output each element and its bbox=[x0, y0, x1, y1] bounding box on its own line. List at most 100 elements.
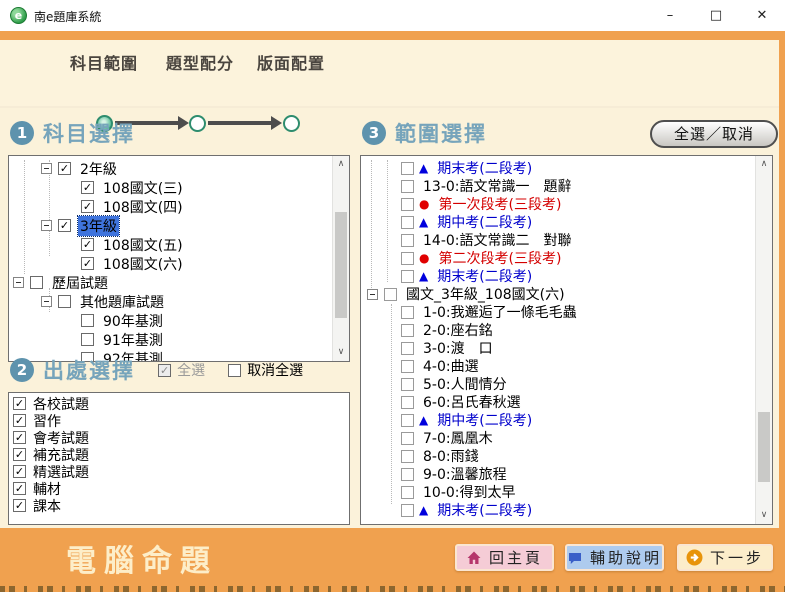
tree-item-label[interactable]: 91年基測 bbox=[101, 330, 165, 350]
checkbox[interactable] bbox=[13, 414, 26, 427]
next-step-button[interactable]: 下一步 bbox=[677, 544, 773, 571]
tree-item[interactable]: 會考試題 bbox=[9, 429, 349, 446]
tree-item[interactable]: ▲期中考(二段考) bbox=[361, 411, 755, 429]
tree-item-label[interactable]: 2年級 bbox=[78, 159, 119, 179]
tree-item-label[interactable]: 7-0:鳳凰木 bbox=[421, 428, 495, 448]
scroll-down-icon[interactable]: ∨ bbox=[756, 507, 772, 524]
tree-item[interactable]: 108國文(五) bbox=[9, 235, 332, 254]
tree-item-label[interactable]: 13-0:語文常識一 題辭 bbox=[421, 176, 574, 196]
tree-item[interactable]: 歷屆試題 bbox=[9, 273, 332, 292]
range-scrollbar[interactable]: ∧ ∨ bbox=[755, 156, 772, 524]
tree-item-label[interactable]: 8-0:雨錢 bbox=[421, 446, 481, 466]
deselect-all-checkbox[interactable]: 取消全選 bbox=[228, 360, 303, 380]
checkbox[interactable] bbox=[401, 216, 414, 229]
scrollbar-thumb[interactable] bbox=[335, 212, 347, 318]
tree-item[interactable]: ▲期末考(二段考) bbox=[361, 267, 755, 285]
collapse-minus-icon[interactable] bbox=[41, 296, 52, 307]
tree-item[interactable]: 習作 bbox=[9, 412, 349, 429]
checkbox[interactable] bbox=[401, 378, 414, 391]
checkbox[interactable] bbox=[401, 180, 414, 193]
tree-item-label[interactable]: 期末考(二段考) bbox=[435, 500, 534, 520]
checkbox[interactable] bbox=[401, 486, 414, 499]
tree-item[interactable]: ●第一次段考(三段考) bbox=[361, 195, 755, 213]
tree-item-label[interactable]: 108國文(六) bbox=[101, 254, 185, 274]
tree-item[interactable]: 精選試題 bbox=[9, 463, 349, 480]
checkbox[interactable] bbox=[81, 181, 94, 194]
tree-item-label[interactable]: 3-0:渡 口 bbox=[421, 338, 495, 358]
tree-item[interactable]: 其他題庫試題 bbox=[9, 292, 332, 311]
tree-item-label[interactable]: 期末考(二段考) bbox=[435, 158, 534, 178]
tree-item-label[interactable]: 108國文(三) bbox=[101, 178, 185, 198]
checkbox[interactable] bbox=[13, 465, 26, 478]
tree-item-label[interactable]: 歷屆試題 bbox=[50, 273, 110, 293]
collapse-minus-icon[interactable] bbox=[41, 220, 52, 231]
checkbox[interactable] bbox=[401, 306, 414, 319]
checkbox[interactable] bbox=[13, 448, 26, 461]
tree-item[interactable]: 5-0:人間情分 bbox=[361, 375, 755, 393]
tree-item[interactable]: 10-0:得到太早 bbox=[361, 483, 755, 501]
tree-item[interactable]: ●第二次段考(三段考) bbox=[361, 249, 755, 267]
tree-item-label[interactable]: 108國文(五) bbox=[101, 235, 185, 255]
tree-item[interactable]: 3-0:渡 口 bbox=[361, 339, 755, 357]
tree-item-label[interactable]: 14-0:語文常識二 對聯 bbox=[421, 230, 574, 250]
help-button[interactable]: 輔助說明 bbox=[565, 544, 664, 571]
tree-item[interactable]: 90年基測 bbox=[9, 311, 332, 330]
checkbox[interactable] bbox=[228, 364, 241, 377]
collapse-minus-icon[interactable] bbox=[13, 277, 24, 288]
tree-item-label[interactable]: 期中考(二段考) bbox=[435, 410, 534, 430]
tree-item[interactable]: ▲期末考(二段考) bbox=[361, 501, 755, 519]
scrollbar-thumb[interactable] bbox=[758, 412, 770, 482]
tree-item-label[interactable]: 2-0:座右銘 bbox=[421, 320, 495, 340]
tree-item[interactable]: 7-0:鳳凰木 bbox=[361, 429, 755, 447]
checkbox[interactable] bbox=[58, 219, 71, 232]
tree-item-label[interactable]: 108國文(四) bbox=[101, 197, 185, 217]
tree-item-label[interactable]: 其他題庫試題 bbox=[78, 292, 166, 312]
checkbox[interactable] bbox=[401, 198, 414, 211]
scroll-up-icon[interactable]: ∧ bbox=[756, 156, 772, 173]
tree-item[interactable]: ▲期末考(二段考) bbox=[361, 159, 755, 177]
subject-scrollbar[interactable]: ∧ ∨ bbox=[332, 156, 349, 361]
checkbox[interactable] bbox=[401, 396, 414, 409]
tree-item-label[interactable]: 5-0:人間情分 bbox=[421, 374, 509, 394]
tree-item[interactable]: 4-0:曲選 bbox=[361, 357, 755, 375]
maximize-button[interactable]: □ bbox=[693, 0, 739, 31]
tree-item[interactable]: 2-0:座右銘 bbox=[361, 321, 755, 339]
scroll-up-icon[interactable]: ∧ bbox=[333, 156, 349, 173]
checkbox[interactable] bbox=[13, 397, 26, 410]
tree-item[interactable]: ▲期中考(二段考) bbox=[361, 213, 755, 231]
tree-item-label[interactable]: 4-0:曲選 bbox=[421, 356, 481, 376]
tree-item[interactable]: 國文_3年級_108國文(六) bbox=[361, 285, 755, 303]
checkbox[interactable] bbox=[58, 295, 71, 308]
checkbox[interactable] bbox=[401, 342, 414, 355]
checkbox[interactable] bbox=[401, 414, 414, 427]
tree-item-label[interactable]: 期中考(二段考) bbox=[435, 212, 534, 232]
checkbox[interactable] bbox=[401, 270, 414, 283]
checkbox[interactable] bbox=[401, 162, 414, 175]
tree-item[interactable]: 課本 bbox=[9, 497, 349, 514]
tree-item[interactable]: 13-0:語文常識一 題辭 bbox=[361, 177, 755, 195]
tree-item-label[interactable]: 課本 bbox=[31, 496, 63, 516]
tree-item[interactable]: 91年基測 bbox=[9, 330, 332, 349]
checkbox[interactable] bbox=[81, 314, 94, 327]
tree-item-label[interactable]: 3年級 bbox=[78, 216, 119, 236]
tree-item-label[interactable]: 1-0:我邂逅了一條毛毛蟲 bbox=[421, 302, 579, 322]
tree-item[interactable]: 14-0:語文常識二 對聯 bbox=[361, 231, 755, 249]
tree-item[interactable]: 1-0:我邂逅了一條毛毛蟲 bbox=[361, 303, 755, 321]
tree-item[interactable]: 108國文(三) bbox=[9, 178, 332, 197]
tree-item[interactable]: 6-0:呂氏春秋選 bbox=[361, 393, 755, 411]
checkbox[interactable] bbox=[401, 324, 414, 337]
tree-item-label[interactable]: 第一次段考(三段考) bbox=[436, 194, 563, 214]
tree-item-label[interactable]: 9-0:溫馨旅程 bbox=[421, 464, 509, 484]
checkbox[interactable] bbox=[58, 162, 71, 175]
checkbox[interactable] bbox=[30, 276, 43, 289]
checkbox[interactable] bbox=[81, 257, 94, 270]
checkbox[interactable] bbox=[81, 200, 94, 213]
checkbox[interactable] bbox=[13, 482, 26, 495]
checkbox[interactable] bbox=[401, 468, 414, 481]
tree-item-label[interactable]: 期末考(二段考) bbox=[435, 266, 534, 286]
tree-item[interactable]: 3年級 bbox=[9, 216, 332, 235]
tree-item[interactable]: 輔材 bbox=[9, 480, 349, 497]
home-button[interactable]: 回主頁 bbox=[455, 544, 554, 571]
tree-item-label[interactable]: 10-0:得到太早 bbox=[421, 482, 518, 502]
tree-item[interactable]: 108國文(六) bbox=[9, 254, 332, 273]
